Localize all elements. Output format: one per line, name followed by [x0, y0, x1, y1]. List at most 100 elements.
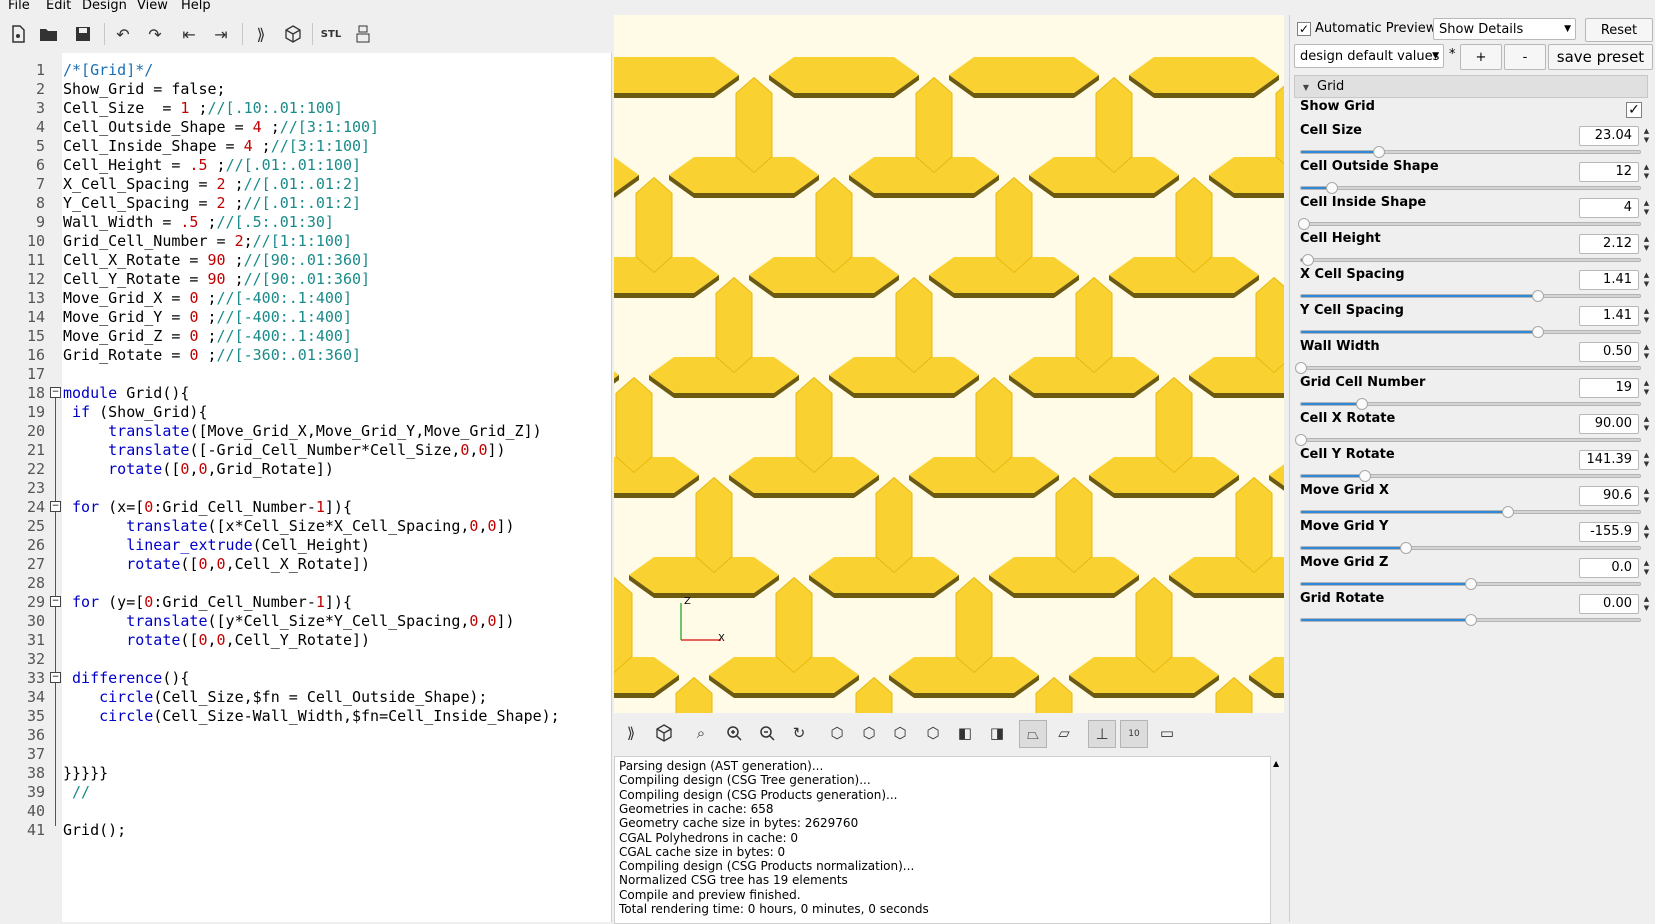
spin-arrows-icon[interactable]: ▲ ▼	[1641, 559, 1652, 579]
spin-arrows-icon[interactable]: ▲ ▼	[1641, 199, 1652, 219]
reset-button[interactable]: Reset	[1585, 18, 1653, 42]
param-slider[interactable]	[1300, 614, 1641, 626]
param-slider[interactable]	[1300, 254, 1641, 266]
slider-handle[interactable]	[1301, 254, 1314, 266]
code-line[interactable]: Wall_Width = .5 ;//[.5:.01:30]	[63, 212, 334, 232]
undo-icon[interactable]: ↶	[110, 21, 136, 47]
code-line[interactable]: rotate([0,0,Grid_Rotate])	[63, 459, 334, 479]
code-line[interactable]: rotate([0,0,Cell_X_Rotate])	[63, 554, 370, 574]
param-value-input[interactable]: 4	[1579, 198, 1639, 218]
param-value-input[interactable]: 141.39	[1579, 450, 1639, 470]
view-right-icon[interactable]: ⬡	[824, 720, 850, 746]
show-axes-icon[interactable]: ⊥	[1088, 720, 1116, 748]
slider-handle[interactable]	[1298, 218, 1311, 230]
open-file-icon[interactable]	[36, 21, 62, 47]
fold-marker[interactable]: −	[50, 672, 61, 683]
automatic-preview-checkbox[interactable]: ✓	[1297, 22, 1311, 36]
slider-handle[interactable]	[1501, 506, 1514, 518]
spin-arrows-icon[interactable]: ▲ ▼	[1641, 163, 1652, 183]
remove-preset-button[interactable]: -	[1504, 44, 1546, 70]
spin-arrows-icon[interactable]: ▲ ▼	[1641, 415, 1652, 435]
spin-arrows-icon[interactable]: ▲ ▼	[1641, 487, 1652, 507]
spin-arrows-icon[interactable]: ▲ ▼	[1641, 523, 1652, 543]
param-slider[interactable]	[1300, 146, 1641, 158]
show-grid-checkbox[interactable]: ✓	[1626, 102, 1642, 118]
spin-arrows-icon[interactable]: ▲ ▼	[1641, 451, 1652, 471]
code-line[interactable]: for (x=[0:Grid_Cell_Number-1]){	[63, 497, 352, 517]
zoom-in-icon[interactable]	[721, 720, 747, 746]
param-value-input[interactable]: 2.12	[1579, 234, 1639, 254]
code-line[interactable]: difference(){	[63, 668, 189, 688]
unindent-icon[interactable]: ⇤	[176, 21, 202, 47]
param-value-input[interactable]: 1.41	[1579, 306, 1639, 326]
param-slider[interactable]	[1300, 578, 1641, 590]
menu-edit[interactable]: Edit	[46, 0, 71, 13]
param-slider[interactable]	[1300, 506, 1641, 518]
code-line[interactable]: translate([y*Cell_Size*Y_Cell_Spacing,0,…	[63, 611, 514, 631]
param-slider[interactable]	[1300, 398, 1641, 410]
reset-view-icon[interactable]: ↻	[786, 720, 812, 746]
param-value-input[interactable]: 23.04	[1579, 126, 1639, 146]
param-value-input[interactable]: 1.41	[1579, 270, 1639, 290]
view-all-icon[interactable]: ⌕	[688, 720, 714, 746]
scroll-up-icon[interactable]: ▲	[1273, 759, 1279, 768]
indent-icon[interactable]: ⇥	[208, 21, 234, 47]
code-line[interactable]: Grid_Cell_Number = 2;//[1:1:100]	[63, 231, 352, 251]
spin-arrows-icon[interactable]: ▲ ▼	[1641, 595, 1652, 615]
show-scale-markers-icon[interactable]: 10	[1120, 720, 1148, 748]
param-value-input[interactable]: 0.0	[1579, 558, 1639, 578]
save-icon[interactable]	[70, 21, 96, 47]
zoom-out-icon[interactable]	[754, 720, 780, 746]
save-preset-button[interactable]: save preset	[1548, 44, 1653, 70]
new-file-icon[interactable]	[5, 21, 31, 47]
code-line[interactable]: Cell_X_Rotate = 90 ;//[90:.01:360]	[63, 250, 370, 270]
code-line[interactable]: Cell_Y_Rotate = 90 ;//[90:.01:360]	[63, 269, 370, 289]
code-line[interactable]: Y_Cell_Spacing = 2 ;//[.01:.01:2]	[63, 193, 361, 213]
slider-handle[interactable]	[1295, 434, 1307, 446]
param-value-input[interactable]: 12	[1579, 162, 1639, 182]
code-line[interactable]: //	[63, 782, 90, 802]
console-scrollbar[interactable]: ▲	[1270, 756, 1285, 922]
code-line[interactable]: module Grid(){	[63, 383, 189, 403]
preview-icon[interactable]: ⟫	[618, 720, 644, 746]
add-preset-button[interactable]: +	[1460, 44, 1502, 70]
fold-marker[interactable]: −	[50, 596, 61, 607]
code-line[interactable]: Cell_Inside_Shape = 4 ;//[3:1:100]	[63, 136, 370, 156]
param-value-input[interactable]: 90.00	[1579, 414, 1639, 434]
spin-arrows-icon[interactable]: ▲ ▼	[1641, 379, 1652, 399]
param-slider[interactable]	[1295, 362, 1641, 374]
param-slider[interactable]	[1300, 182, 1641, 194]
code-editor[interactable]: 1 2 3 4 5 6 7 8 9 10 11 12 13 14 15 16 17 18 19 20 21 22 23 24 2…	[0, 53, 612, 922]
menu-design[interactable]: Design	[82, 0, 127, 13]
fold-marker[interactable]: −	[50, 501, 61, 512]
param-value-input[interactable]: -155.9	[1579, 522, 1639, 542]
code-line[interactable]: translate([Move_Grid_X,Move_Grid_Y,Move_…	[63, 421, 541, 441]
preset-select[interactable]: design default values ▼	[1294, 44, 1444, 68]
spin-arrows-icon[interactable]: ▲ ▼	[1641, 343, 1652, 363]
code-line[interactable]: Cell_Size = 1 ;//[.10:.01:100]	[63, 98, 343, 118]
param-slider[interactable]	[1300, 470, 1641, 482]
slider-handle[interactable]	[1400, 542, 1413, 554]
param-value-input[interactable]: 19	[1579, 378, 1639, 398]
code-line[interactable]: Grid_Rotate = 0 ;//[-360:.01:360]	[63, 345, 361, 365]
code-line[interactable]: translate([-Grid_Cell_Number*Cell_Size,0…	[63, 440, 505, 460]
view-bottom-icon[interactable]: ⬡	[887, 720, 913, 746]
slider-handle[interactable]	[1464, 578, 1477, 590]
slider-handle[interactable]	[1464, 614, 1477, 626]
param-slider[interactable]	[1300, 542, 1641, 554]
menu-file[interactable]: File	[8, 0, 30, 13]
code-line[interactable]: for (y=[0:Grid_Cell_Number-1]){	[63, 592, 352, 612]
code-line[interactable]: }}}}}	[63, 763, 108, 783]
code-line[interactable]: Cell_Outside_Shape = 4 ;//[3:1:100]	[63, 117, 379, 137]
code-line[interactable]: Move_Grid_Z = 0 ;//[-400:.1:400]	[63, 326, 352, 346]
spin-arrows-icon[interactable]: ▲ ▼	[1641, 271, 1652, 291]
view-top-icon[interactable]: ⬡	[856, 720, 882, 746]
code-line[interactable]: X_Cell_Spacing = 2 ;//[.01:.01:2]	[63, 174, 361, 194]
orthogonal-icon[interactable]: ▱	[1051, 720, 1077, 746]
perspective-icon[interactable]: ⏢	[1019, 720, 1047, 748]
code-line[interactable]: /*[Grid]*/	[63, 60, 153, 80]
slider-handle[interactable]	[1325, 182, 1338, 194]
code-line[interactable]: circle(Cell_Size,$fn = Cell_Outside_Shap…	[63, 687, 487, 707]
preview-icon[interactable]: ⟫	[248, 21, 274, 47]
slider-handle[interactable]	[1532, 290, 1545, 302]
